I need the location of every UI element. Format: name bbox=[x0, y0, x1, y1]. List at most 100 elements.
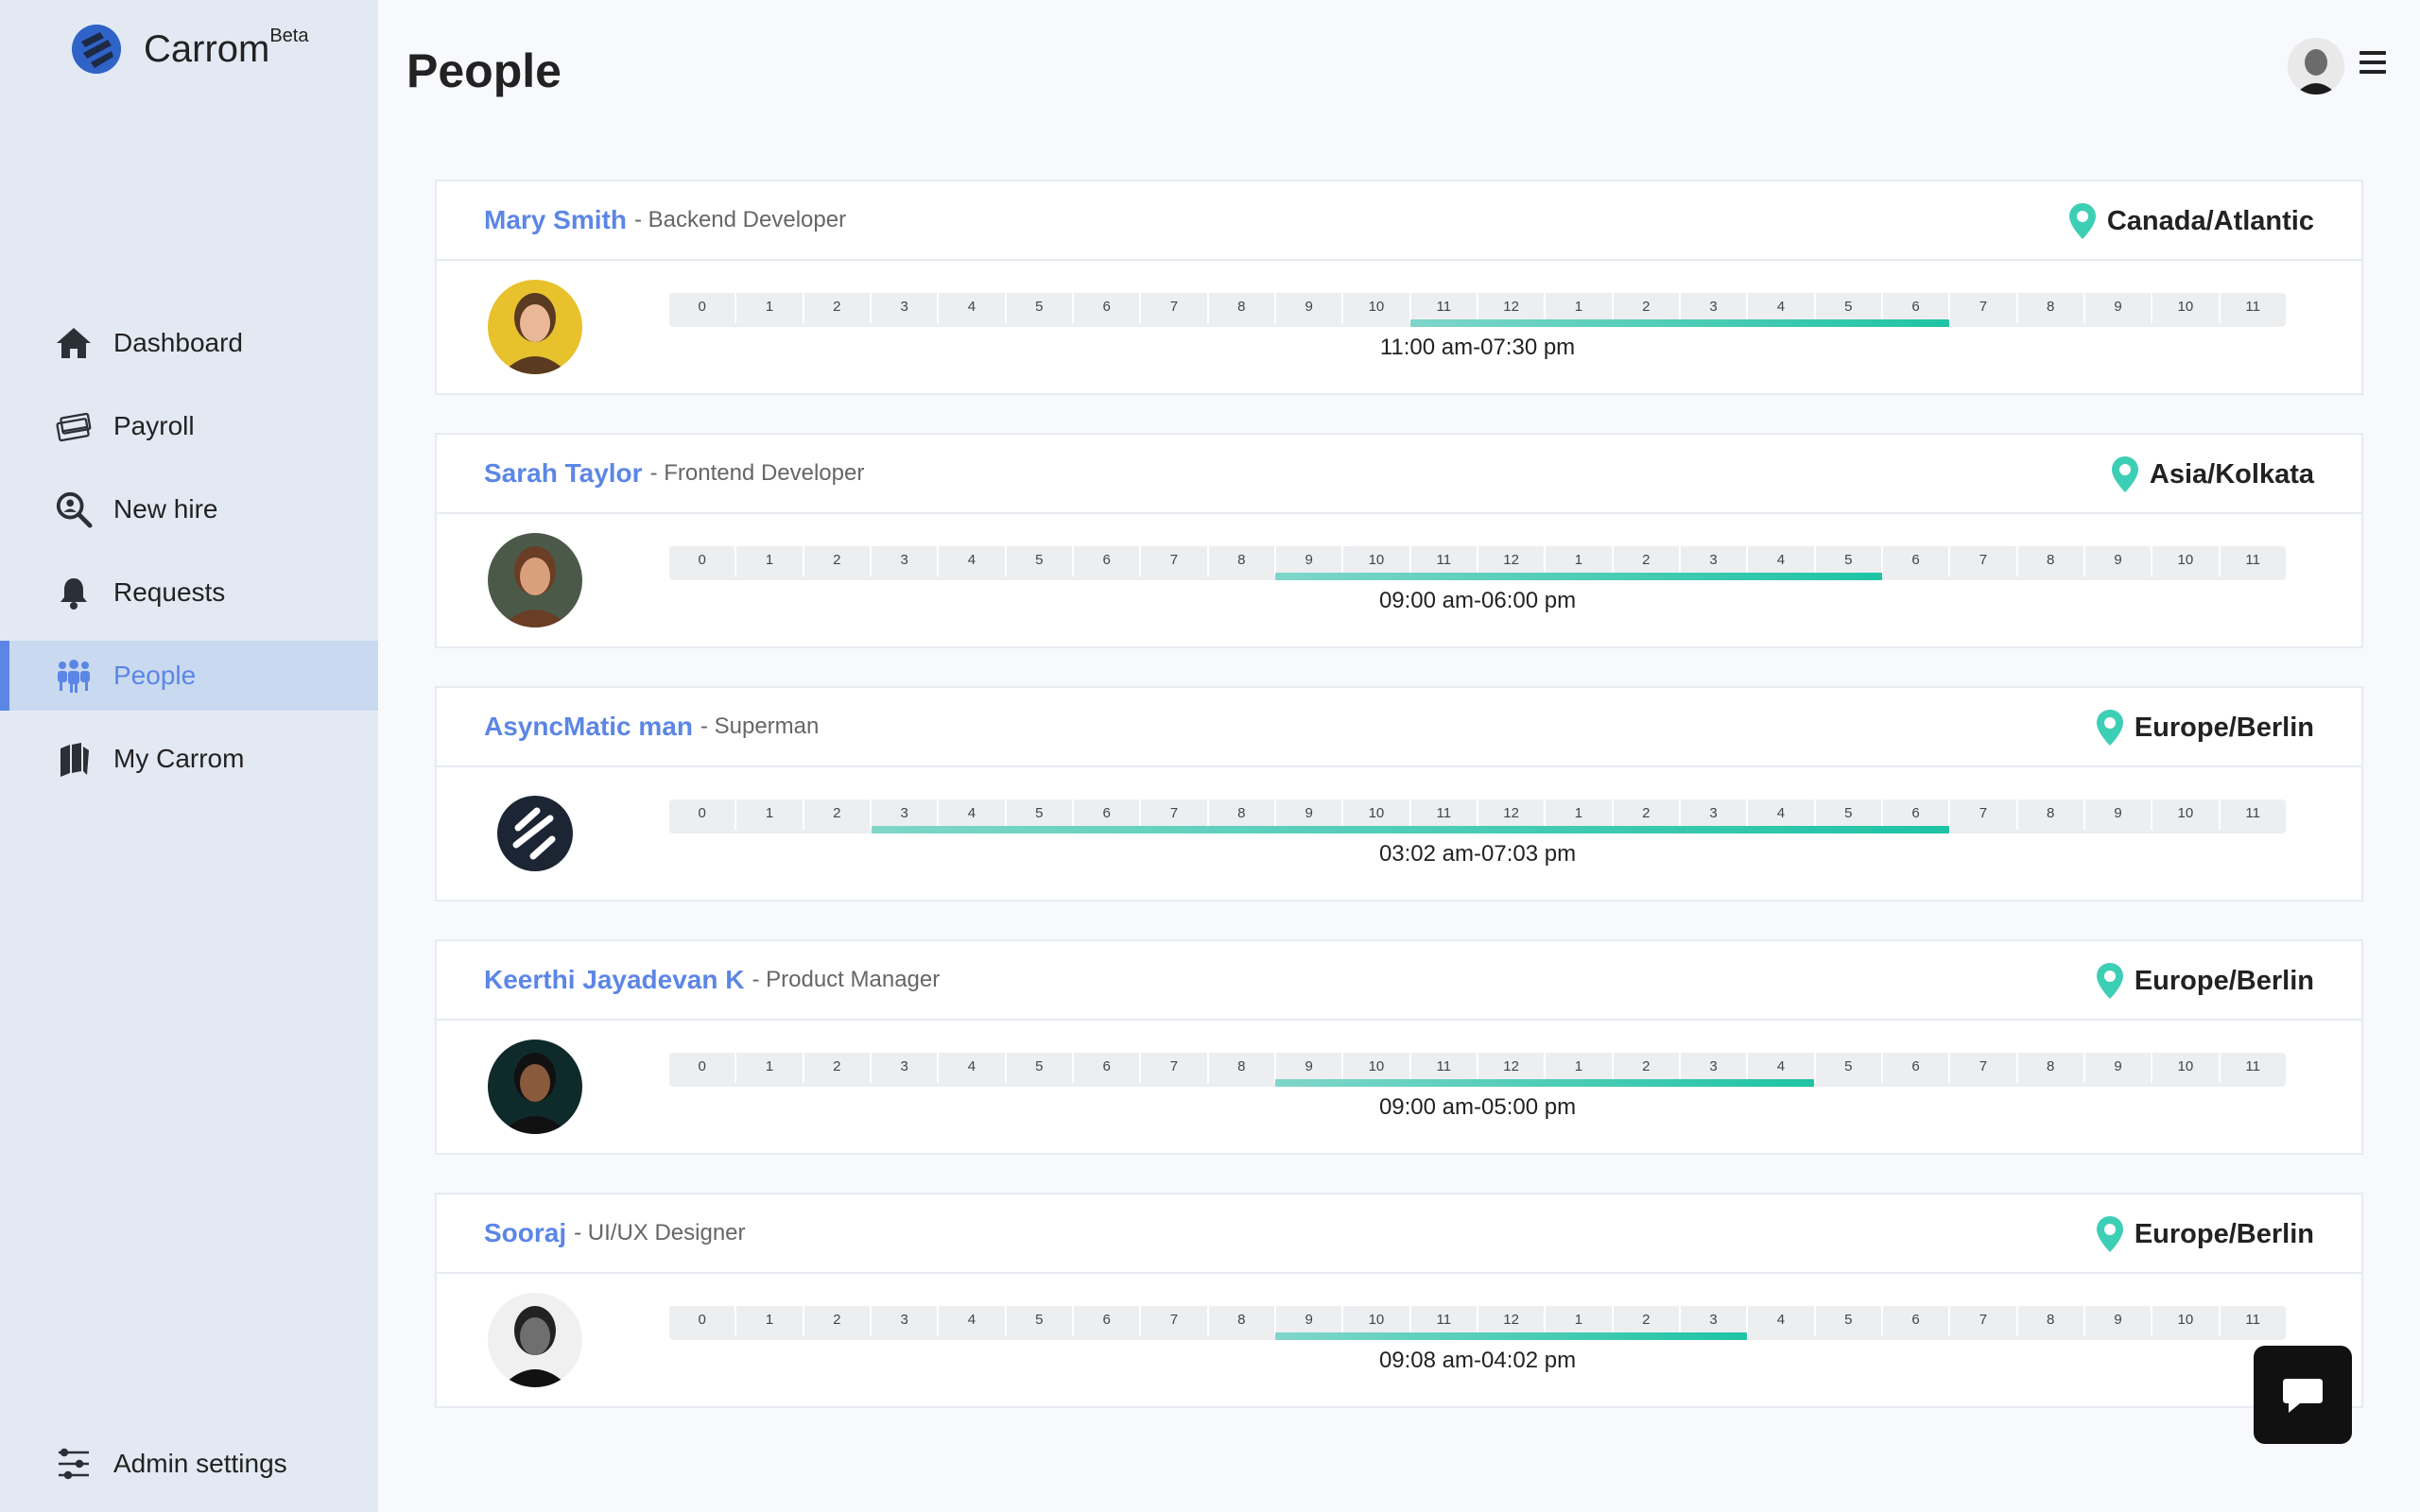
hour-tick: 1 bbox=[736, 1053, 804, 1083]
search-person-icon bbox=[55, 490, 93, 528]
avatar bbox=[488, 533, 582, 627]
sidebar-item-label: Admin settings bbox=[113, 1449, 287, 1478]
hour-tick: 1 bbox=[736, 546, 804, 576]
hour-tick: 4 bbox=[1748, 1306, 1816, 1336]
sidebar-item-label: My Carrom bbox=[113, 744, 245, 773]
sidebar-item-requests[interactable]: Requests bbox=[0, 558, 378, 627]
hour-tick: 9 bbox=[2085, 1053, 2153, 1083]
person-name-link[interactable]: AsyncMatic man bbox=[484, 712, 693, 742]
carrom-logo-icon bbox=[72, 25, 121, 74]
sidebar-item-admin-settings[interactable]: Admin settings bbox=[0, 1429, 378, 1499]
location-label: Europe/Berlin bbox=[2134, 712, 2314, 743]
hour-tick: 9 bbox=[2085, 293, 2153, 323]
hour-tick: 11 bbox=[2245, 299, 2260, 315]
hour-tick: 1 bbox=[736, 293, 804, 323]
sidebar-item-new-hire[interactable]: New hire bbox=[0, 474, 378, 544]
hours-timeline: 0 1 2 3 4 5 6 7 8 9 10 11 12 1 2 3 4 5 6 7 8 9 10 11 bbox=[669, 293, 2286, 327]
hour-tick: 7 bbox=[1950, 546, 2018, 576]
hour-tick: 1 bbox=[736, 1306, 804, 1336]
hour-tick: 5 bbox=[1007, 1053, 1074, 1083]
brand[interactable]: CarromBeta bbox=[72, 25, 309, 74]
working-hours-bar bbox=[871, 826, 1949, 833]
hour-tick: 7 bbox=[1141, 1053, 1209, 1083]
hour-tick: 9 bbox=[1276, 293, 1344, 323]
hour-tick: 10 bbox=[2152, 799, 2221, 830]
location-pin-icon bbox=[2096, 963, 2123, 999]
person-name-link[interactable]: Keerthi Jayadevan K bbox=[484, 965, 744, 995]
hours-timeline: 0 1 2 3 4 5 6 7 8 9 10 11 12 1 2 3 4 5 6 7 8 9 10 11 bbox=[669, 1053, 2286, 1087]
hour-tick: 10 bbox=[2152, 1053, 2221, 1083]
hour-tick: 7 bbox=[1141, 293, 1209, 323]
hour-tick: 10 bbox=[2152, 546, 2221, 576]
person-name-link[interactable]: Sooraj bbox=[484, 1218, 566, 1248]
location: Europe/Berlin bbox=[2096, 941, 2314, 1021]
sidebar-item-label: Requests bbox=[113, 577, 226, 607]
person-name-link[interactable]: Sarah Taylor bbox=[484, 458, 643, 489]
hour-tick: 6 bbox=[1074, 1053, 1142, 1083]
hour-tick: 0 bbox=[669, 1306, 737, 1336]
sidebar-item-people[interactable]: People bbox=[0, 641, 378, 711]
page-title: People bbox=[406, 44, 562, 97]
chat-button[interactable] bbox=[2254, 1346, 2352, 1444]
person-role: - UI/UX Designer bbox=[574, 1220, 746, 1246]
hour-tick: 4 bbox=[939, 546, 1007, 576]
hour-tick: 7 bbox=[1141, 546, 1209, 576]
location: Europe/Berlin bbox=[2096, 1194, 2314, 1274]
hour-tick: 1 bbox=[736, 799, 804, 830]
hour-tick: 0 bbox=[669, 799, 737, 830]
hour-tick: 8 bbox=[1209, 546, 1276, 576]
location-pin-icon bbox=[2068, 203, 2096, 239]
hour-tick: 9 bbox=[2085, 546, 2153, 576]
hour-tick: 4 bbox=[939, 1306, 1007, 1336]
hour-tick: 2 bbox=[804, 293, 872, 323]
hour-tick: 8 bbox=[2018, 293, 2085, 323]
time-range: 09:00 am-05:00 pm bbox=[1378, 1094, 1577, 1120]
hour-tick: 7 bbox=[1950, 1053, 2018, 1083]
hours-timeline: 0 1 2 3 4 5 6 7 8 9 10 11 12 1 2 3 4 5 6 7 8 9 10 11 bbox=[669, 546, 2286, 580]
hour-tick: 6 bbox=[1883, 546, 1951, 576]
person-card-body: 0 1 2 3 4 5 6 7 8 9 10 11 12 1 2 3 4 5 6 7 8 9 10 11 11:00 am-0… bbox=[437, 261, 2361, 395]
person-card: Keerthi Jayadevan K - Product Manager Eu… bbox=[435, 939, 2363, 1155]
sidebar-bottom: Admin settings bbox=[0, 1429, 378, 1512]
hour-tick: 11 bbox=[2245, 1312, 2260, 1328]
hour-tick: 2 bbox=[804, 546, 872, 576]
hour-tick: 6 bbox=[1883, 1053, 1951, 1083]
sidebar-item-payroll[interactable]: Payroll bbox=[0, 391, 378, 461]
hour-tick: 5 bbox=[1816, 1306, 1883, 1336]
hour-tick: 10 bbox=[1343, 293, 1411, 323]
hour-tick: 11 bbox=[2245, 805, 2260, 821]
hour-tick: 11 bbox=[2245, 1058, 2260, 1074]
person-name-link[interactable]: Mary Smith bbox=[484, 205, 627, 235]
hour-tick: 11 bbox=[2245, 552, 2260, 568]
avatar bbox=[488, 1040, 582, 1134]
payroll-icon bbox=[55, 407, 93, 445]
hours-timeline: 0 1 2 3 4 5 6 7 8 9 10 11 12 1 2 3 4 5 6 7 8 9 10 11 bbox=[669, 799, 2286, 833]
hour-tick: 8 bbox=[1209, 1053, 1276, 1083]
sidebar-nav: Dashboard Payroll New hire Requests Peop… bbox=[0, 308, 378, 807]
hour-tick: 7 bbox=[1950, 293, 2018, 323]
sidebar: CarromBeta Dashboard Payroll New hire Re… bbox=[0, 0, 378, 1512]
avatar bbox=[488, 1293, 582, 1387]
working-hours-bar bbox=[1275, 1079, 1815, 1087]
person-card: Sarah Taylor - Frontend Developer Asia/K… bbox=[435, 433, 2363, 648]
user-avatar[interactable] bbox=[2288, 38, 2344, 94]
hour-tick: 5 bbox=[1007, 1306, 1074, 1336]
sidebar-item-my-carrom[interactable]: My Carrom bbox=[0, 724, 378, 794]
person-role: - Superman bbox=[700, 713, 820, 739]
sliders-icon bbox=[55, 1445, 93, 1483]
chat-icon bbox=[2283, 1379, 2323, 1413]
bell-icon bbox=[55, 574, 93, 611]
location-pin-icon bbox=[2111, 456, 2138, 492]
hamburger-menu-icon[interactable] bbox=[2360, 51, 2386, 77]
avatar bbox=[488, 786, 582, 881]
hour-tick: 10 bbox=[2152, 1306, 2221, 1336]
sidebar-item-dashboard[interactable]: Dashboard bbox=[0, 308, 378, 378]
hour-tick: 8 bbox=[1209, 1306, 1276, 1336]
location-label: Canada/Atlantic bbox=[2106, 205, 2314, 236]
location-label: Europe/Berlin bbox=[2134, 965, 2314, 996]
location-pin-icon bbox=[2096, 710, 2123, 746]
location-pin-icon bbox=[2096, 1216, 2123, 1252]
hour-tick: 6 bbox=[1074, 546, 1142, 576]
person-card-header: Sooraj - UI/UX Designer Europe/Berlin bbox=[437, 1194, 2361, 1274]
hour-tick: 6 bbox=[1883, 1306, 1951, 1336]
